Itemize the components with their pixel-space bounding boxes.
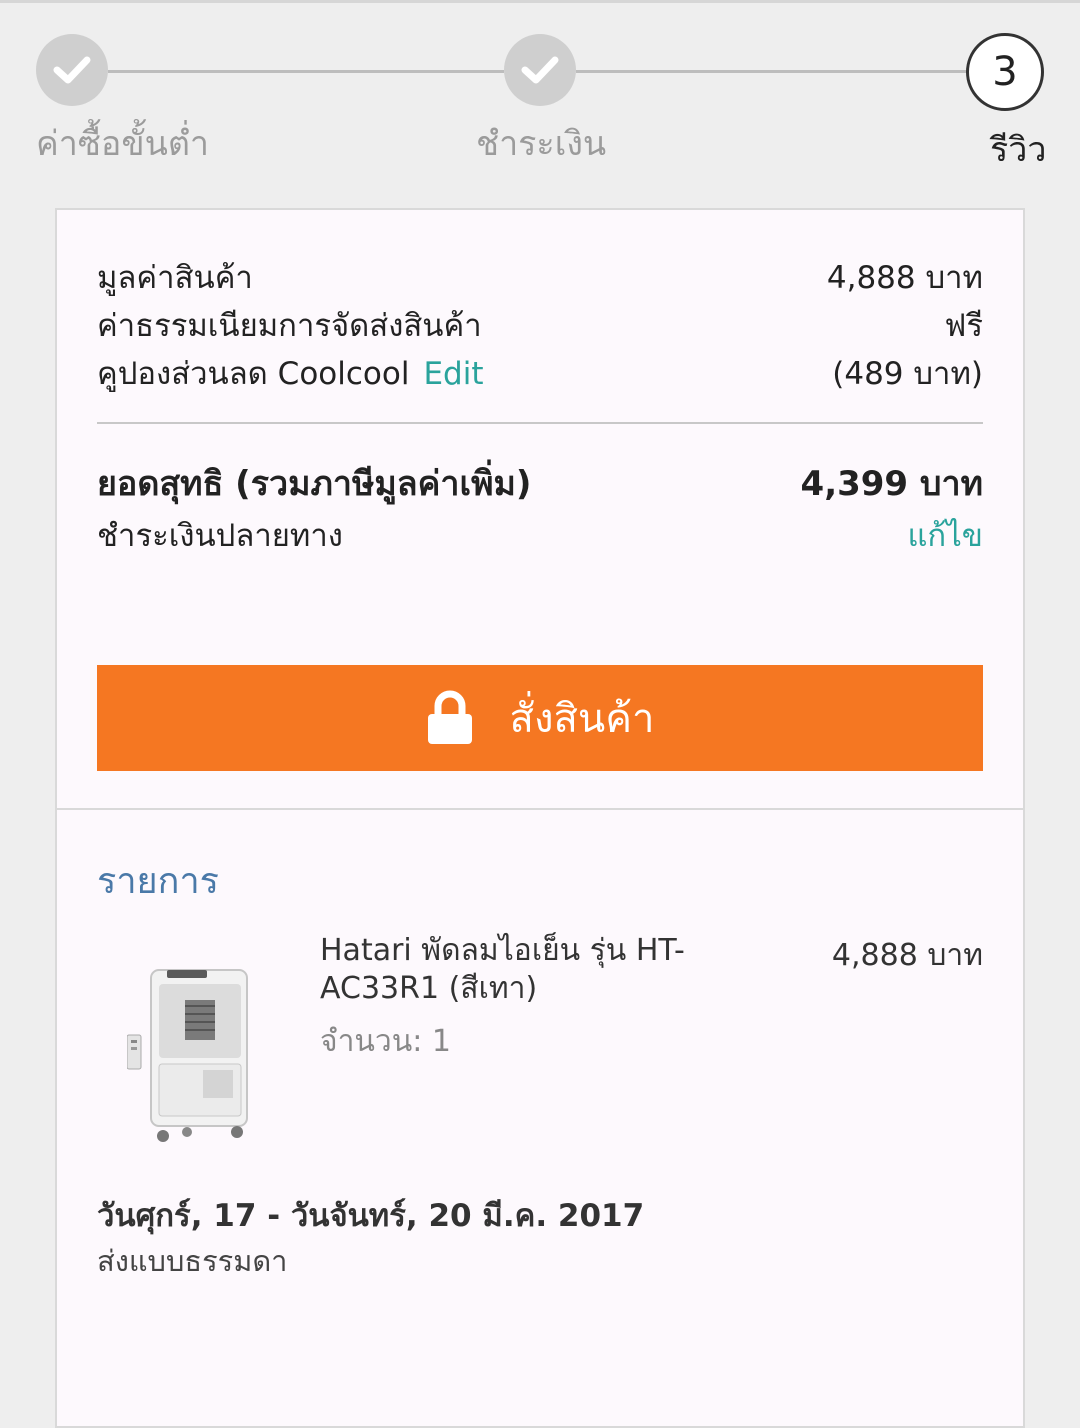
order-summary-card: มูลค่าสินค้า 4,888 บาท ค่าธรรมเนียมการจั…: [55, 208, 1025, 810]
shipping-label: ค่าธรรมเนียมการจัดส่งสินค้า: [97, 308, 482, 344]
check-icon: [521, 56, 559, 84]
subtotal-value: 4,888 บาท: [826, 260, 983, 296]
delivery-date: วันศุกร์, 17 - วันจันทร์, 20 มี.ค. 2017: [97, 1198, 645, 1234]
top-border: [0, 0, 1080, 3]
check-icon: [53, 56, 91, 84]
place-order-label: สั่งสินค้า: [509, 696, 655, 742]
payment-row: ชำระเงินปลายทาง แก้ไข: [97, 510, 983, 560]
stepper-line: [576, 70, 968, 73]
lock-icon: [426, 690, 474, 746]
product-image[interactable]: [127, 960, 277, 1145]
place-order-button[interactable]: สั่งสินค้า: [97, 665, 983, 771]
step-2-label[interactable]: ชำระเงิน: [476, 116, 606, 170]
stepper-line: [108, 70, 504, 73]
payment-method: ชำระเงินปลายทาง: [97, 518, 343, 554]
order-items-card: รายการ Hatari พัดลมไอเย็น รุ่น HT-AC33R1…: [55, 808, 1025, 1428]
payment-edit-link[interactable]: แก้ไข: [907, 510, 983, 560]
total-row: ยอดสุทธิ (รวมภาษีมูลค่าเพิ่ม) 4,399 บาท: [97, 456, 983, 510]
total-value: 4,399 บาท: [800, 464, 983, 504]
delivery-method: ส่งแบบธรรมดา: [97, 1244, 288, 1278]
items-section-title: รายการ: [97, 861, 219, 902]
step-number: 3: [992, 49, 1018, 95]
step-1-label[interactable]: ค่าซื้อขั้นต่ำ: [36, 116, 209, 170]
subtotal-row: มูลค่าสินค้า 4,888 บาท: [97, 252, 983, 302]
subtotal-label: มูลค่าสินค้า: [97, 260, 253, 296]
step-1-indicator[interactable]: [36, 34, 108, 106]
step-3-label: รีวิว: [990, 130, 1047, 170]
shipping-value: ฟรี: [944, 308, 983, 344]
summary-divider: [97, 422, 983, 424]
coupon-value: (489 บาท): [832, 356, 983, 392]
product-price: 4,888 บาท: [831, 938, 983, 973]
coupon-label: คูปองส่วนลด Coolcool: [97, 356, 410, 392]
coupon-edit-link[interactable]: Edit: [423, 356, 483, 392]
shipping-row: ค่าธรรมเนียมการจัดส่งสินค้า ฟรี: [97, 300, 983, 350]
coupon-label-group: คูปองส่วนลด Coolcool Edit: [97, 348, 484, 398]
step-3-indicator: 3: [966, 33, 1044, 111]
product-quantity: จำนวน: 1: [320, 1024, 452, 1059]
coupon-row: คูปองส่วนลด Coolcool Edit (489 บาท): [97, 348, 983, 398]
total-label: ยอดสุทธิ (รวมภาษีมูลค่าเพิ่ม): [97, 464, 532, 504]
product-name-link[interactable]: Hatari พัดลมไอเย็น รุ่น HT-AC33R1 (สีเทา…: [320, 932, 700, 1008]
step-2-indicator[interactable]: [504, 34, 576, 106]
